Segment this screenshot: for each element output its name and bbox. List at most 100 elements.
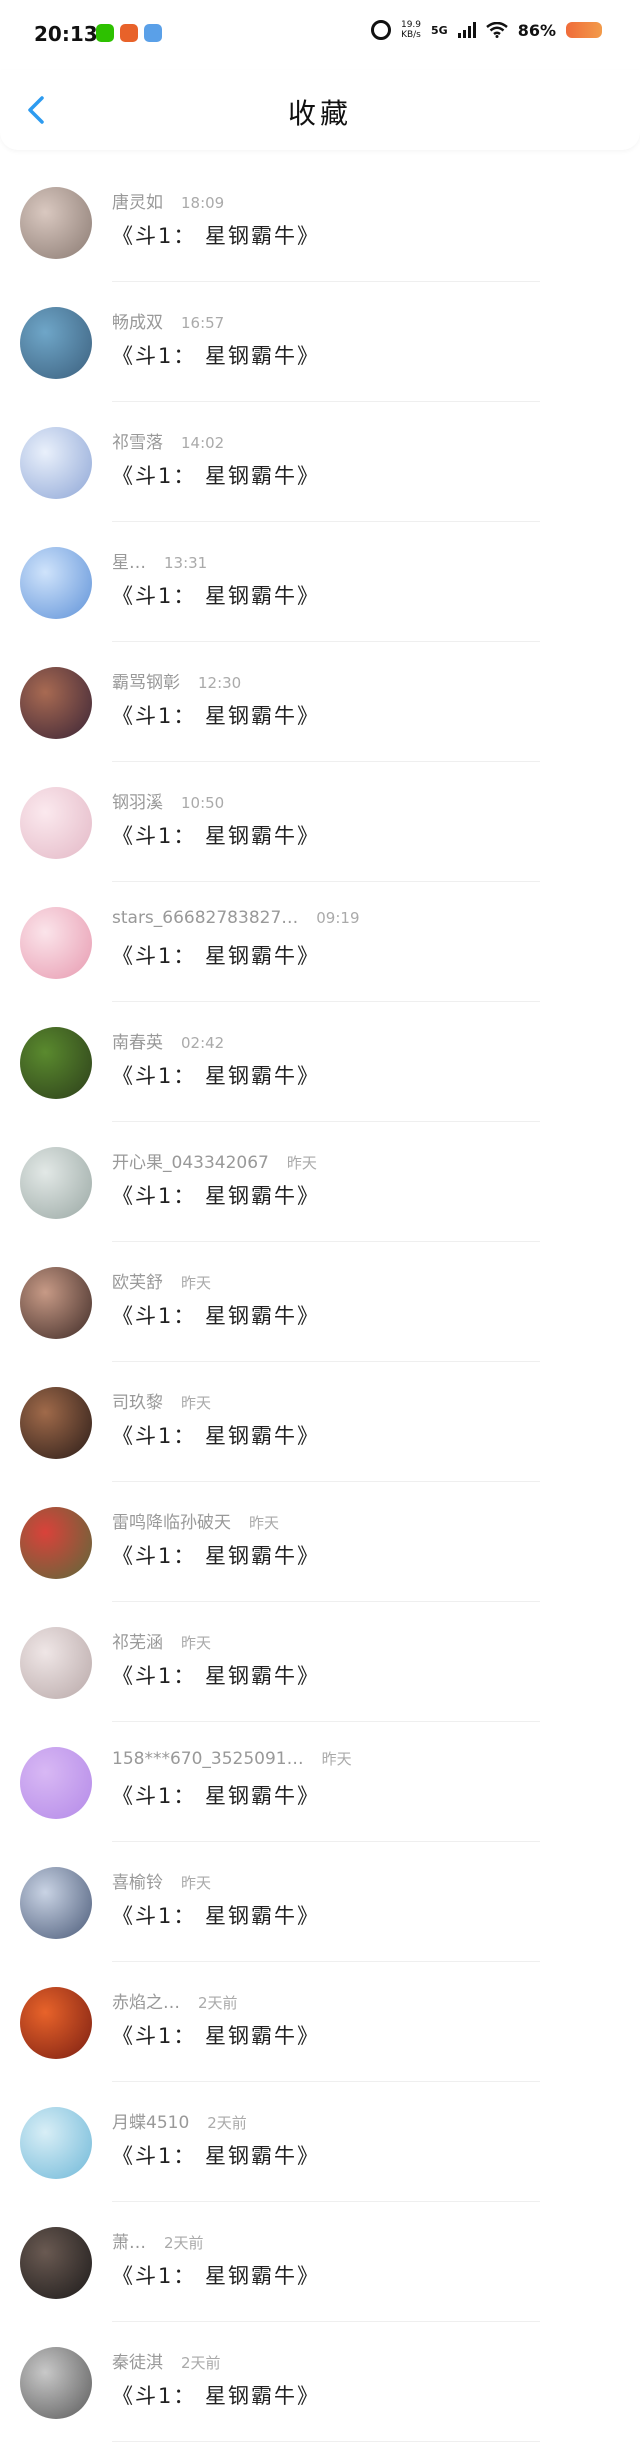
message-text: 《斗1： 星钢霸牛》 <box>112 944 321 968</box>
user-name: 南春英 <box>112 1033 163 1053</box>
user-name: 钢羽溪 <box>112 793 163 813</box>
user-name: 开心果_043342067 <box>112 1153 269 1173</box>
avatar[interactable] <box>20 427 92 499</box>
status-indicators: 19.9 KB/s 5G 86% <box>370 20 602 40</box>
message-text: 《斗1： 星钢霸牛》 <box>112 1544 321 1568</box>
list-item[interactable]: 喜榆铃 昨天 《斗1： 星钢霸牛》 <box>0 1842 640 1962</box>
avatar[interactable] <box>20 1507 92 1579</box>
status-bar: 20:13 19.9 KB/s 5G 86% <box>0 0 640 70</box>
avatar[interactable] <box>20 1627 92 1699</box>
message-text: 《斗1： 星钢霸牛》 <box>112 464 321 488</box>
list-item[interactable]: 南春英 02:42 《斗1： 星钢霸牛》 <box>0 1002 640 1122</box>
timestamp: 昨天 <box>249 1514 280 1532</box>
item-header: 霸骂钢彰 12:30 <box>112 668 241 693</box>
item-header: 星… 13:31 <box>112 548 207 573</box>
avatar[interactable] <box>20 307 92 379</box>
item-header: 祁芜涵 昨天 <box>112 1628 211 1653</box>
user-name: 司玖黎 <box>112 1393 163 1413</box>
avatar[interactable] <box>20 2107 92 2179</box>
avatar[interactable] <box>20 547 92 619</box>
timestamp: 昨天 <box>181 1874 212 1892</box>
message-text: 《斗1： 星钢霸牛》 <box>112 344 321 368</box>
avatar[interactable] <box>20 187 92 259</box>
item-header: 雷鸣降临孙破天 昨天 <box>112 1508 279 1533</box>
user-name: 霸骂钢彰 <box>112 673 180 693</box>
item-header: 畅成双 16:57 <box>112 308 224 333</box>
item-header: 喜榆铃 昨天 <box>112 1868 211 1893</box>
user-name: 祁芜涵 <box>112 1633 163 1653</box>
item-header: 秦徒淇 2天前 <box>112 2348 221 2373</box>
message-text: 《斗1： 星钢霸牛》 <box>112 224 321 248</box>
item-header: 司玖黎 昨天 <box>112 1388 211 1413</box>
message-text: 《斗1： 星钢霸牛》 <box>112 2264 321 2288</box>
list-item[interactable]: 月蝶4510 2天前 《斗1： 星钢霸牛》 <box>0 2082 640 2202</box>
message-text: 《斗1： 星钢霸牛》 <box>112 704 321 728</box>
wechat-icon <box>96 24 114 42</box>
user-name: 秦徒淇 <box>112 2353 163 2373</box>
user-name: 萧… <box>112 2233 146 2253</box>
pumpkin-app-icon <box>120 24 138 42</box>
avatar[interactable] <box>20 1387 92 1459</box>
item-header: 钢羽溪 10:50 <box>112 788 224 813</box>
avatar[interactable] <box>20 1987 92 2059</box>
list-item[interactable]: 霸骂钢彰 12:30 《斗1： 星钢霸牛》 <box>0 642 640 762</box>
list-item[interactable]: 秦徒淇 2天前 《斗1： 星钢霸牛》 <box>0 2322 640 2442</box>
timestamp: 10:50 <box>181 794 225 812</box>
timestamp: 2天前 <box>198 1994 238 2012</box>
clock-app-icon <box>144 24 162 42</box>
avatar[interactable] <box>20 667 92 739</box>
timestamp: 16:57 <box>181 314 225 332</box>
timestamp: 18:09 <box>181 194 225 212</box>
list-item[interactable]: 赤焰之… 2天前 《斗1： 星钢霸牛》 <box>0 1962 640 2082</box>
avatar[interactable] <box>20 1747 92 1819</box>
list-item[interactable]: 祁芜涵 昨天 《斗1： 星钢霸牛》 <box>0 1602 640 1722</box>
avatar[interactable] <box>20 1027 92 1099</box>
item-header: 祁雪落 14:02 <box>112 428 224 453</box>
network-speed-unit: KB/s <box>401 30 421 40</box>
avatar[interactable] <box>20 1867 92 1939</box>
timestamp: 14:02 <box>181 434 225 452</box>
navigation-bar: 收藏 <box>0 70 640 150</box>
avatar[interactable] <box>20 1267 92 1339</box>
timestamp: 02:42 <box>181 1034 225 1052</box>
user-name: 畅成双 <box>112 313 163 333</box>
timestamp: 13:31 <box>164 554 208 572</box>
avatar[interactable] <box>20 1147 92 1219</box>
status-time: 20:13 <box>34 22 98 46</box>
item-header: 欧芙舒 昨天 <box>112 1268 211 1293</box>
list-item[interactable]: 钢羽溪 10:50 《斗1： 星钢霸牛》 <box>0 762 640 882</box>
message-text: 《斗1： 星钢霸牛》 <box>112 1304 321 1328</box>
user-name: 赤焰之… <box>112 1993 180 2013</box>
list-item[interactable]: 开心果_043342067 昨天 《斗1： 星钢霸牛》 <box>0 1122 640 1242</box>
timestamp: 昨天 <box>181 1634 212 1652</box>
avatar[interactable] <box>20 787 92 859</box>
list-item[interactable]: 唐灵如 18:09 《斗1： 星钢霸牛》 <box>0 162 640 282</box>
timestamp: 昨天 <box>181 1274 212 1292</box>
list-item[interactable]: 星… 13:31 《斗1： 星钢霸牛》 <box>0 522 640 642</box>
timestamp: 昨天 <box>321 1750 352 1768</box>
list-item[interactable]: 雷鸣降临孙破天 昨天《斗1： 星钢霸牛》 <box>0 1482 640 1602</box>
alarm-icon <box>370 20 391 40</box>
signal-bars-icon <box>457 22 476 38</box>
list-item[interactable]: 欧芙舒 昨天《斗1： 星钢霸牛》 <box>0 1242 640 1362</box>
list-item[interactable]: stars_66682783827… 09:19 《斗1： 星钢霸牛》 <box>0 882 640 1002</box>
favorites-list: 唐灵如 18:09 《斗1： 星钢霸牛》 畅成双 16:57 《斗1： 星钢霸牛》 祁雪落 1… <box>0 162 640 2442</box>
user-name: 喜榆铃 <box>112 1873 163 1893</box>
item-header: stars_66682783827… 09:19 <box>112 908 360 928</box>
list-item[interactable]: 司玖黎 昨天 《斗1： 星钢霸牛》 <box>0 1362 640 1482</box>
message-text: 《斗1： 星钢霸牛》 <box>112 1064 321 1088</box>
timestamp: 昨天 <box>286 1154 317 1172</box>
avatar[interactable] <box>20 907 92 979</box>
avatar[interactable] <box>20 2347 92 2419</box>
message-text: 《斗1： 星钢霸牛》 <box>112 584 321 608</box>
network-type: 5G <box>431 23 448 37</box>
network-speed: 19.9 KB/s <box>401 20 421 40</box>
user-name: 雷鸣降临孙破天 <box>112 1513 231 1533</box>
timestamp: 2天前 <box>181 2354 221 2372</box>
list-item[interactable]: 畅成双 16:57 《斗1： 星钢霸牛》 <box>0 282 640 402</box>
list-item[interactable]: 158***670_3525091… 昨天 《斗1： 星钢霸牛》 <box>0 1722 640 1842</box>
avatar[interactable] <box>20 2227 92 2299</box>
list-item[interactable]: 萧… 2天前 《斗1： 星钢霸牛》 <box>0 2202 640 2322</box>
list-item[interactable]: 祁雪落 14:02 《斗1： 星钢霸牛》 <box>0 402 640 522</box>
timestamp: 09:19 <box>316 909 360 927</box>
